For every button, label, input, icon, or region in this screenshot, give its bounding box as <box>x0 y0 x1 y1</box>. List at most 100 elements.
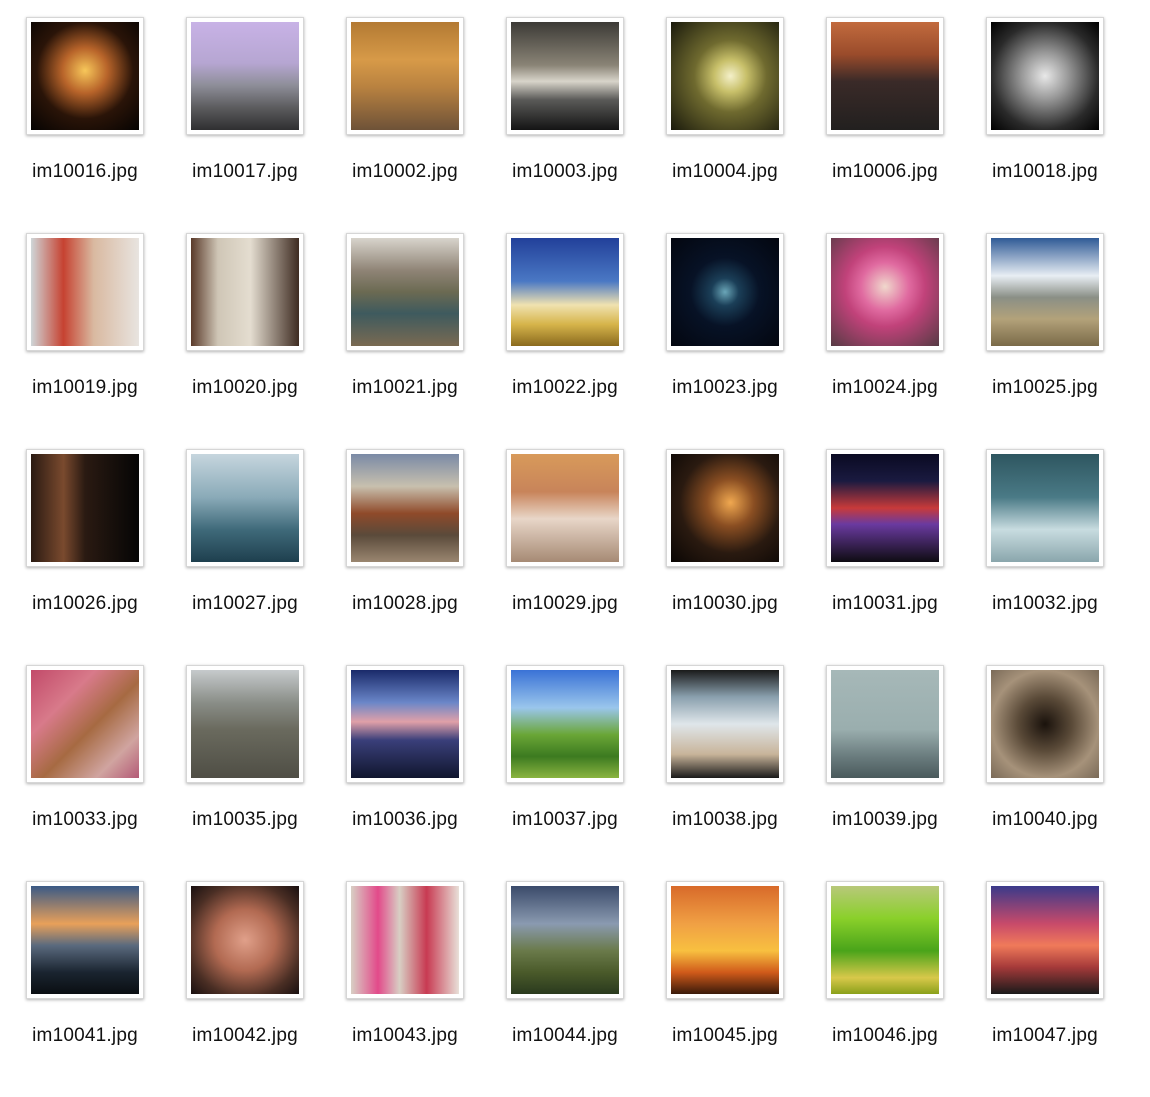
file-item[interactable]: im10039.jpg <box>805 665 965 881</box>
file-item[interactable]: im10024.jpg <box>805 233 965 449</box>
thumbnail-frame[interactable] <box>826 233 944 351</box>
thumbnail-frame[interactable] <box>346 665 464 783</box>
image-thumbnail[interactable] <box>31 886 139 994</box>
file-item[interactable]: im10043.jpg <box>325 881 485 1097</box>
file-item[interactable]: im10027.jpg <box>165 449 325 665</box>
thumbnail-frame[interactable] <box>346 233 464 351</box>
file-item[interactable]: im10045.jpg <box>645 881 805 1097</box>
thumbnail-frame[interactable] <box>826 665 944 783</box>
file-item[interactable]: im10003.jpg <box>485 17 645 233</box>
image-thumbnail[interactable] <box>991 22 1099 130</box>
image-thumbnail[interactable] <box>31 238 139 346</box>
thumbnail-frame[interactable] <box>186 17 304 135</box>
thumbnail-frame[interactable] <box>346 17 464 135</box>
file-item[interactable]: im10040.jpg <box>965 665 1125 881</box>
file-item[interactable]: im10026.jpg <box>5 449 165 665</box>
thumbnail-frame[interactable] <box>986 449 1104 567</box>
thumbnail-frame[interactable] <box>346 449 464 567</box>
thumbnail-frame[interactable] <box>986 881 1104 999</box>
file-item[interactable]: im10047.jpg <box>965 881 1125 1097</box>
file-item[interactable]: im10016.jpg <box>5 17 165 233</box>
thumbnail-frame[interactable] <box>666 449 784 567</box>
image-thumbnail[interactable] <box>511 238 619 346</box>
thumbnail-frame[interactable] <box>26 665 144 783</box>
thumbnail-frame[interactable] <box>506 233 624 351</box>
file-item[interactable]: im10044.jpg <box>485 881 645 1097</box>
image-thumbnail[interactable] <box>831 454 939 562</box>
image-thumbnail[interactable] <box>191 454 299 562</box>
file-item[interactable]: im10022.jpg <box>485 233 645 449</box>
thumbnail-frame[interactable] <box>186 233 304 351</box>
thumbnail-frame[interactable] <box>506 449 624 567</box>
thumbnail-frame[interactable] <box>986 233 1104 351</box>
file-item[interactable]: im10029.jpg <box>485 449 645 665</box>
image-thumbnail[interactable] <box>831 886 939 994</box>
image-thumbnail[interactable] <box>991 454 1099 562</box>
thumbnail-frame[interactable] <box>26 233 144 351</box>
image-thumbnail[interactable] <box>991 886 1099 994</box>
image-thumbnail[interactable] <box>31 22 139 130</box>
image-thumbnail[interactable] <box>511 22 619 130</box>
thumbnail-frame[interactable] <box>826 449 944 567</box>
file-item[interactable]: im10028.jpg <box>325 449 485 665</box>
file-item[interactable]: im10002.jpg <box>325 17 485 233</box>
thumbnail-frame[interactable] <box>506 17 624 135</box>
thumbnail-frame[interactable] <box>186 881 304 999</box>
image-thumbnail[interactable] <box>831 22 939 130</box>
thumbnail-frame[interactable] <box>26 17 144 135</box>
file-item[interactable]: im10004.jpg <box>645 17 805 233</box>
thumbnail-frame[interactable] <box>826 17 944 135</box>
image-thumbnail[interactable] <box>351 670 459 778</box>
image-thumbnail[interactable] <box>991 238 1099 346</box>
file-item[interactable]: im10036.jpg <box>325 665 485 881</box>
image-thumbnail[interactable] <box>351 22 459 130</box>
image-thumbnail[interactable] <box>31 670 139 778</box>
image-thumbnail[interactable] <box>671 670 779 778</box>
file-item[interactable]: im10046.jpg <box>805 881 965 1097</box>
file-item[interactable]: im10038.jpg <box>645 665 805 881</box>
file-item[interactable]: im10017.jpg <box>165 17 325 233</box>
file-item[interactable]: im10023.jpg <box>645 233 805 449</box>
image-thumbnail[interactable] <box>671 238 779 346</box>
thumbnail-frame[interactable] <box>666 233 784 351</box>
thumbnail-frame[interactable] <box>346 881 464 999</box>
file-item[interactable]: im10021.jpg <box>325 233 485 449</box>
thumbnail-frame[interactable] <box>666 17 784 135</box>
thumbnail-frame[interactable] <box>186 449 304 567</box>
file-item[interactable]: im10020.jpg <box>165 233 325 449</box>
file-item[interactable]: im10032.jpg <box>965 449 1125 665</box>
image-thumbnail[interactable] <box>511 886 619 994</box>
file-item[interactable]: im10031.jpg <box>805 449 965 665</box>
image-thumbnail[interactable] <box>671 886 779 994</box>
image-thumbnail[interactable] <box>351 886 459 994</box>
image-thumbnail[interactable] <box>191 886 299 994</box>
file-item[interactable]: im10041.jpg <box>5 881 165 1097</box>
image-thumbnail[interactable] <box>991 670 1099 778</box>
file-item[interactable]: im10006.jpg <box>805 17 965 233</box>
thumbnail-frame[interactable] <box>26 449 144 567</box>
thumbnail-frame[interactable] <box>666 881 784 999</box>
image-thumbnail[interactable] <box>671 454 779 562</box>
thumbnail-frame[interactable] <box>506 665 624 783</box>
file-item[interactable]: im10035.jpg <box>165 665 325 881</box>
thumbnail-frame[interactable] <box>666 665 784 783</box>
file-item[interactable]: im10030.jpg <box>645 449 805 665</box>
image-thumbnail[interactable] <box>511 670 619 778</box>
file-item[interactable]: im10033.jpg <box>5 665 165 881</box>
thumbnail-frame[interactable] <box>826 881 944 999</box>
image-thumbnail[interactable] <box>191 670 299 778</box>
thumbnail-frame[interactable] <box>986 17 1104 135</box>
image-thumbnail[interactable] <box>831 238 939 346</box>
file-item[interactable]: im10019.jpg <box>5 233 165 449</box>
image-thumbnail[interactable] <box>511 454 619 562</box>
image-thumbnail[interactable] <box>191 238 299 346</box>
file-item[interactable]: im10018.jpg <box>965 17 1125 233</box>
file-item[interactable]: im10042.jpg <box>165 881 325 1097</box>
thumbnail-frame[interactable] <box>506 881 624 999</box>
image-thumbnail[interactable] <box>191 22 299 130</box>
image-thumbnail[interactable] <box>351 454 459 562</box>
file-item[interactable]: im10037.jpg <box>485 665 645 881</box>
image-thumbnail[interactable] <box>671 22 779 130</box>
thumbnail-frame[interactable] <box>186 665 304 783</box>
file-item[interactable]: im10025.jpg <box>965 233 1125 449</box>
